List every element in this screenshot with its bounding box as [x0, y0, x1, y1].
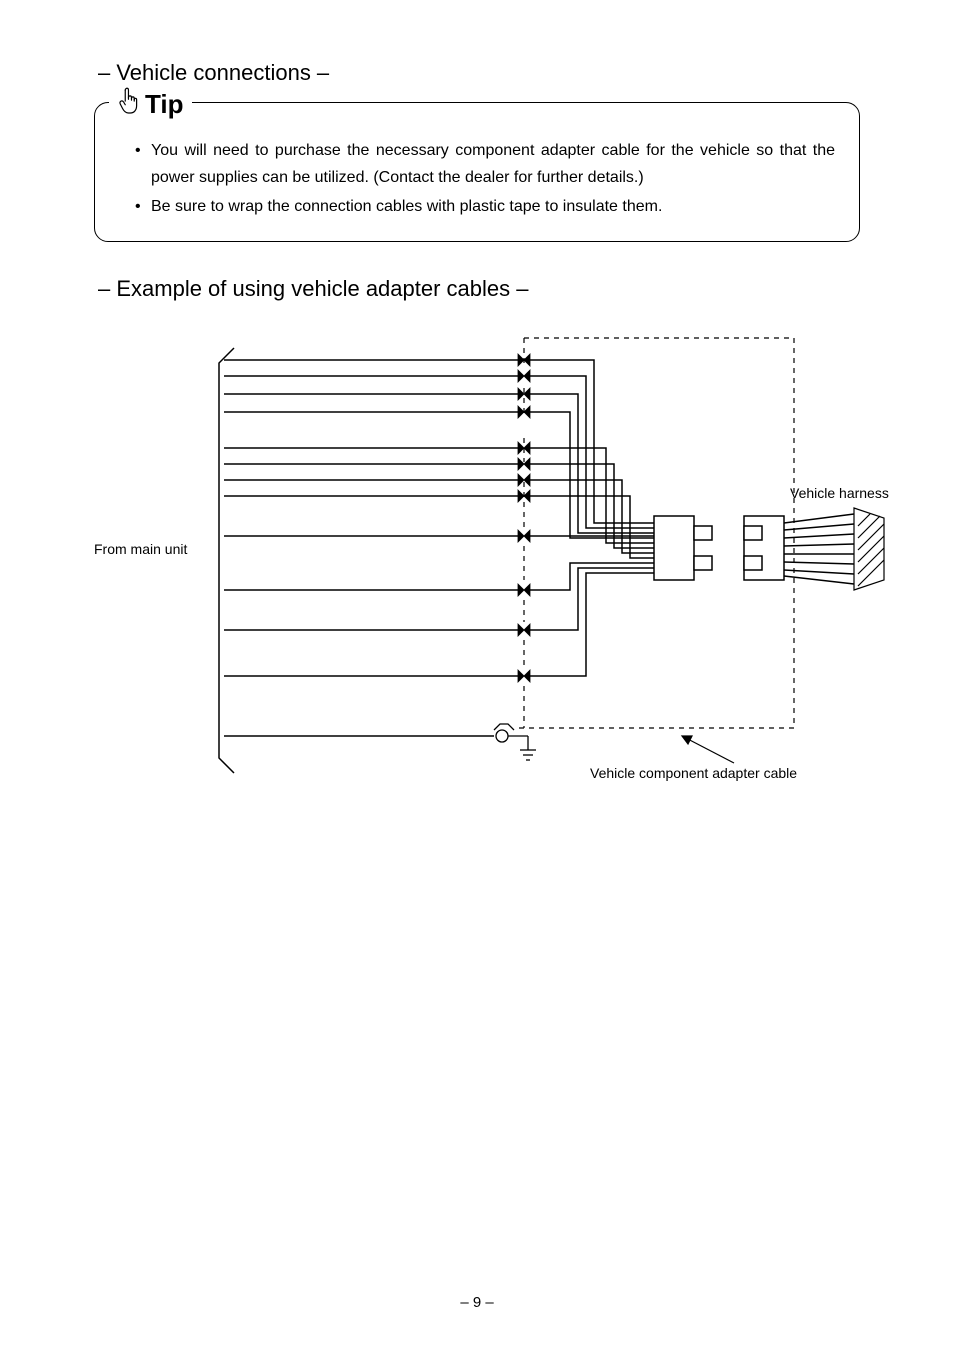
tip-list: You will need to purchase the necessary …	[135, 137, 835, 221]
diagram-label-bottom: Vehicle component adapter cable	[590, 765, 797, 781]
hand-point-icon	[117, 87, 139, 122]
tip-box: Tip You will need to purchase the necess…	[94, 102, 860, 242]
tip-label: Tip	[145, 89, 184, 120]
section-title-vehicle-connections: – Vehicle connections –	[98, 60, 904, 86]
page-number: – 9 –	[0, 1294, 954, 1311]
tip-header: Tip	[109, 87, 192, 122]
wiring-diagram: From main unit Vehicle harness Vehicle c…	[94, 318, 860, 828]
tip-item: Be sure to wrap the connection cables wi…	[135, 193, 835, 220]
diagram-label-left: From main unit	[94, 541, 187, 557]
diagram-label-right: Vehicle harness	[790, 485, 889, 501]
section-title-example: – Example of using vehicle adapter cable…	[98, 276, 904, 302]
tip-item: You will need to purchase the necessary …	[135, 137, 835, 191]
